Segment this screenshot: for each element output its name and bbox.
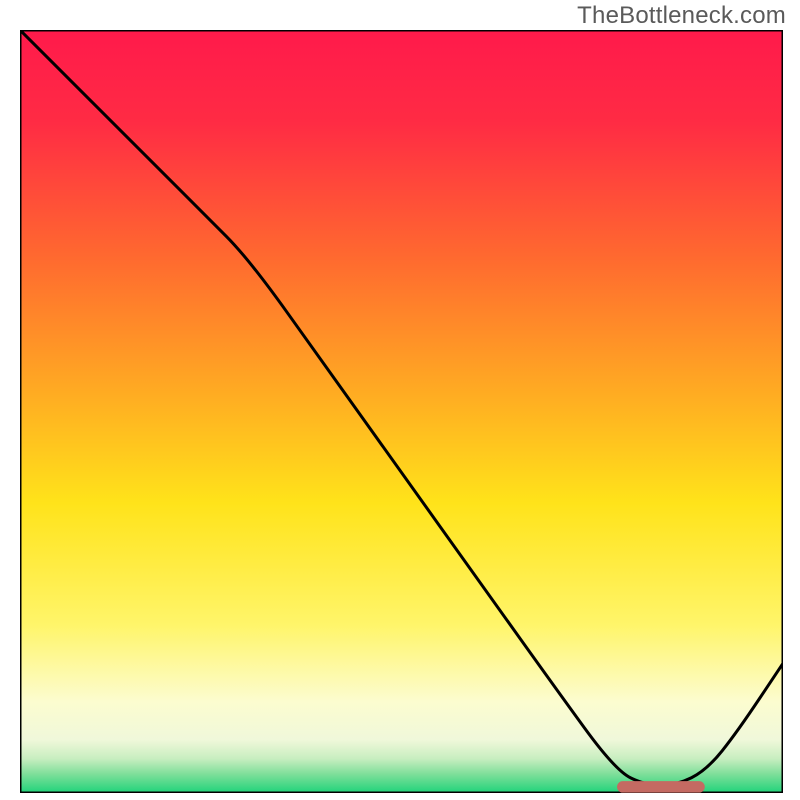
chart-frame: TheBottleneck.com: [0, 0, 800, 800]
chart-svg: [20, 30, 783, 793]
plot-area: [20, 30, 783, 793]
watermark-text: TheBottleneck.com: [577, 2, 786, 30]
